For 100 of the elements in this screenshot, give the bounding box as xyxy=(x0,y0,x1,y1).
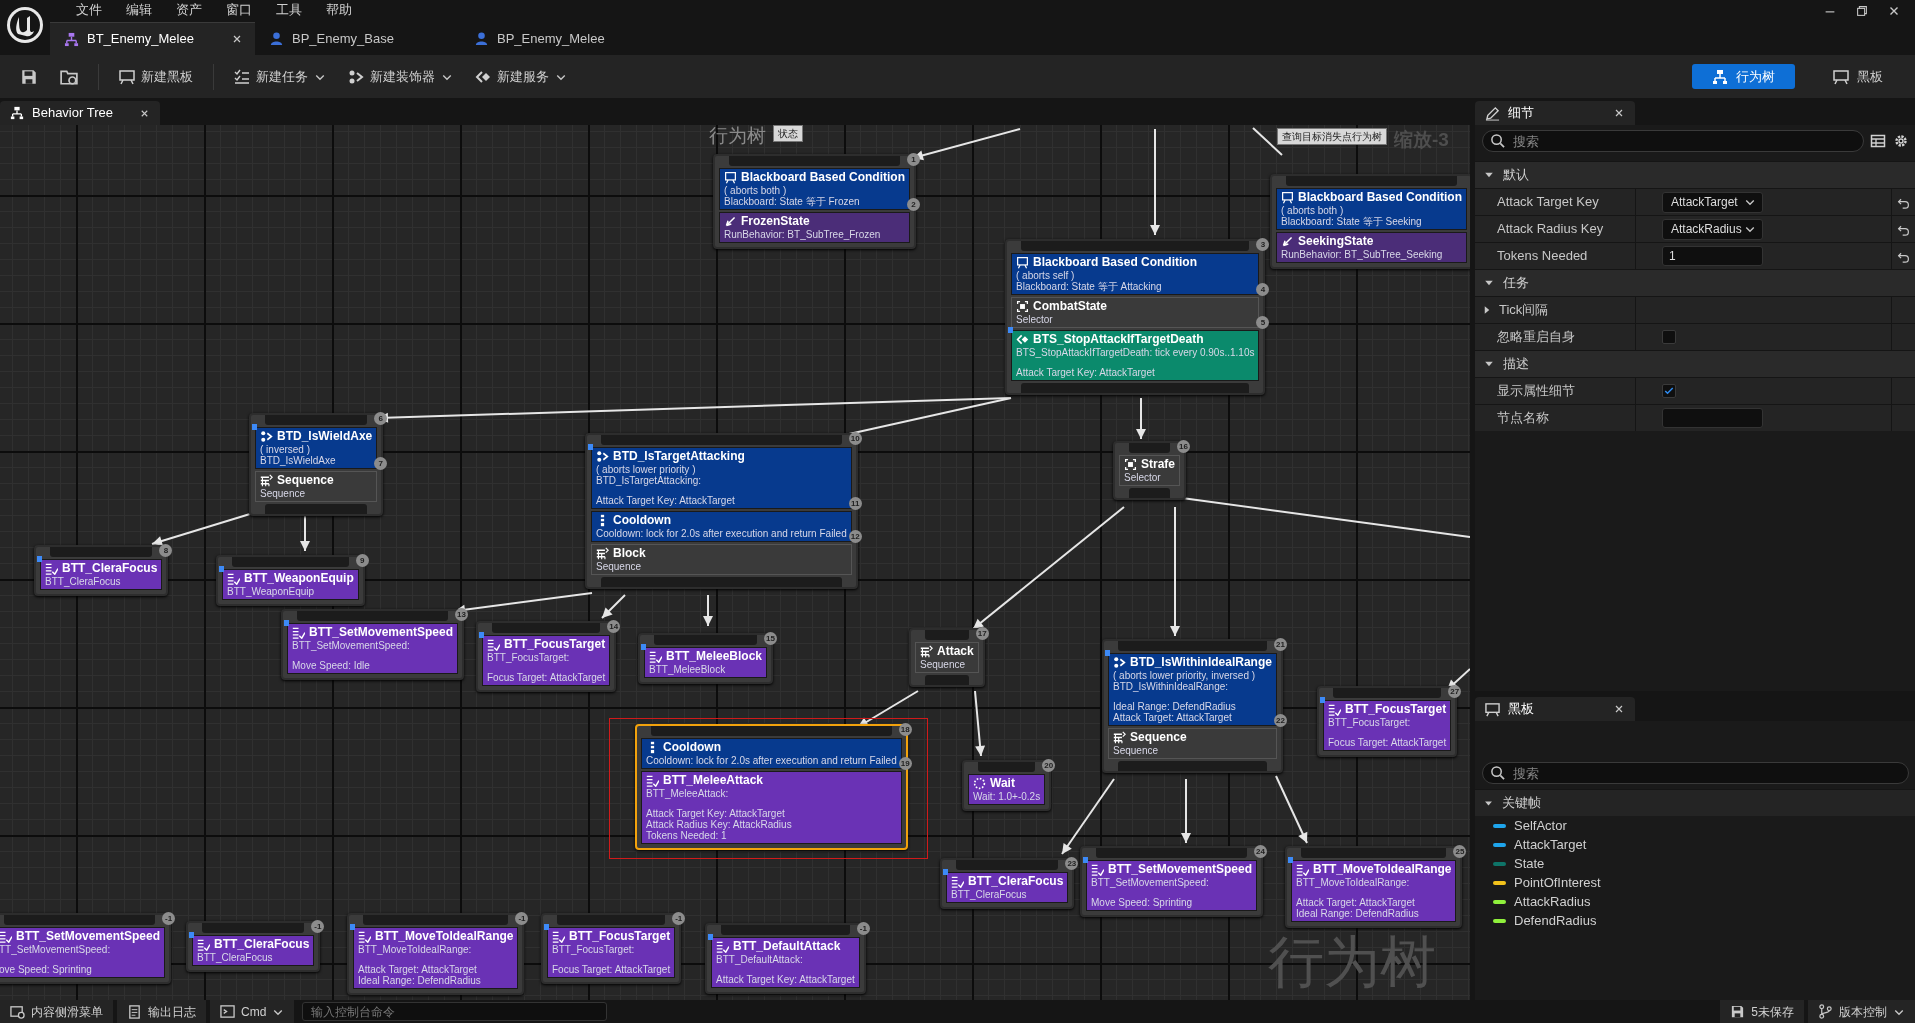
output-pin-bar[interactable] xyxy=(1118,761,1267,771)
menu-item[interactable]: 工具 xyxy=(264,0,314,20)
panel-tab[interactable]: 黑板 xyxy=(1475,697,1635,721)
mode-button[interactable]: 黑板 xyxy=(1813,63,1903,90)
close-icon[interactable] xyxy=(1613,107,1625,119)
content-drawer-button[interactable]: 内容侧滑菜单 xyxy=(0,1000,113,1023)
input-pin-bar[interactable] xyxy=(1096,848,1248,858)
input-pin-bar[interactable] xyxy=(492,623,601,633)
editor-tab[interactable]: Behavior Tree xyxy=(0,101,160,125)
key-name[interactable]: DefendRadius xyxy=(1514,910,1597,931)
key-name[interactable]: PointOfInterest xyxy=(1514,872,1601,893)
key-name[interactable]: State xyxy=(1514,853,1545,874)
mode-button[interactable]: 行为树 xyxy=(1692,63,1795,90)
key-name[interactable]: SelfActor xyxy=(1514,815,1567,836)
tree-node[interactable]: Blackboard Based Condition ( aborts both ) Blackboard: State 等于 Seeking SeekingState RunBehavior: BT_SubTree_Seeking xyxy=(1270,174,1470,269)
key-name[interactable]: AttackTarget xyxy=(1514,834,1587,855)
new-task-button[interactable]: 新建任务 xyxy=(226,62,334,91)
output-pin-bar[interactable] xyxy=(601,577,842,587)
menu-item[interactable]: 文件 xyxy=(64,0,114,20)
node-description: BTT_SetMovementSpeed: xyxy=(292,640,411,651)
input-pin-bar[interactable] xyxy=(654,635,758,645)
input-pin-bar[interactable] xyxy=(1021,241,1250,251)
tree-node[interactable]: 15 BTT_MeleeBlock BTT_MeleeBlock xyxy=(638,633,774,684)
category-header[interactable]: 默认 xyxy=(1475,161,1915,188)
key-dropdown[interactable]: AttackRadius xyxy=(1662,218,1763,240)
tree-node[interactable]: 24 BTT_SetMovementSpeed BTT_SetMovementSpeed: Move Speed: Sprinting xyxy=(1080,846,1264,917)
output-pin-bar[interactable] xyxy=(925,675,969,685)
text-input[interactable]: 1 xyxy=(1662,246,1763,266)
new-service-button[interactable]: 新建服务 xyxy=(467,62,575,91)
save-icon[interactable] xyxy=(20,67,38,86)
search-field[interactable]: 搜索 xyxy=(1481,762,1909,784)
order-badge: -1 xyxy=(856,922,870,935)
tree-node[interactable] xyxy=(1005,239,1266,395)
panel-tab[interactable]: 细节 xyxy=(1475,101,1635,125)
search-field[interactable]: 搜索 xyxy=(1481,130,1864,152)
restore-icon[interactable] xyxy=(1855,4,1869,18)
input-pin-bar[interactable] xyxy=(721,925,850,935)
tree-node[interactable]: 1 Blackboard Based Condition ( aborts both ) Blackboard: State 等于 Frozen 2 FrozenState RunBehavior: BT_SubTree_Frozen xyxy=(713,154,917,249)
input-pin-bar[interactable] xyxy=(956,860,1059,870)
subtree-icon xyxy=(724,215,737,228)
tree-node[interactable]: 23 BTT_CleraFocus BTT_CleraFocus xyxy=(940,858,1075,909)
input-pin-bar[interactable] xyxy=(1286,176,1458,186)
input-pin-bar[interactable] xyxy=(265,415,368,425)
settings-icon[interactable] xyxy=(1892,133,1909,149)
tree-node[interactable]: -1 BTT_MoveToIdealRange BTT_MoveToIdealRange: Attack Target: AttackTarget Ideal Range: DefendRadius xyxy=(347,913,525,995)
tree-node[interactable]: 25 BTT_MoveToIdealRange BTT_MoveToIdealRange: Attack Target: AttackTarget Ideal Range: DefendRadius xyxy=(1285,846,1463,928)
document-tab[interactable]: BP_Enemy_Melee xyxy=(460,22,665,55)
input-pin-bar[interactable] xyxy=(1129,443,1170,453)
input-pin-bar[interactable] xyxy=(50,547,153,557)
tree-node[interactable]: -1 BTT_SetMovementSpeed TT_SetMovementSpeed: ove Speed: Sprinting xyxy=(0,913,172,984)
menu-item[interactable]: 资产 xyxy=(164,0,214,20)
key-name[interactable]: AttackRadius xyxy=(1514,891,1591,912)
tree-node[interactable]: 6 BTD_IsWieldAxe ( inversed ) BTD_IsWieldAxe 7 Sequence Sequence xyxy=(249,413,384,516)
tree-node[interactable]: 13 BTT_SetMovementSpeed BTT_SetMovementSpeed: Move Speed: Idle xyxy=(281,609,465,680)
tree-node[interactable]: -1 BTT_FocusTarget BTT_FocusTarget: Focus Target: AttackTarget xyxy=(541,913,682,984)
category-header[interactable]: 任务 xyxy=(1475,269,1915,296)
tree-node[interactable]: 27 BTT_FocusTarget BTT_FocusTarget: Focus Target: AttackTarget xyxy=(1317,686,1458,757)
category-header[interactable]: 描述 xyxy=(1475,350,1915,377)
output-log-button[interactable]: 输出日志 xyxy=(117,1000,206,1023)
input-pin-bar[interactable] xyxy=(1301,848,1447,858)
output-pin-bar[interactable] xyxy=(265,504,368,514)
tree-node[interactable]: 8 BTT_CleraFocus BTT_CleraFocus xyxy=(34,545,169,596)
close-icon[interactable] xyxy=(231,33,243,45)
menu-item[interactable]: 窗口 xyxy=(214,0,264,20)
table-icon[interactable] xyxy=(1870,133,1886,149)
key-dropdown[interactable]: AttackTarget xyxy=(1662,191,1763,213)
input-pin-bar[interactable] xyxy=(202,923,305,933)
document-tab[interactable]: BP_Enemy_Base xyxy=(255,22,460,55)
tree-node[interactable]: -1 BTT_CleraFocus BTT_CleraFocus xyxy=(186,921,321,972)
close-icon[interactable] xyxy=(1613,703,1625,715)
input-pin-bar[interactable] xyxy=(232,557,349,567)
input-pin-bar[interactable] xyxy=(297,611,449,621)
category-header[interactable]: 关键帧 xyxy=(1475,789,1915,816)
new-blackboard-button[interactable]: 新建黑板 xyxy=(111,62,201,91)
input-pin-bar[interactable] xyxy=(729,156,901,166)
input-pin-bar[interactable] xyxy=(557,915,666,925)
node-description: Wait: 1.0+-0.2s xyxy=(973,791,1041,802)
input-pin-bar[interactable] xyxy=(1118,641,1267,651)
input-pin-bar[interactable] xyxy=(4,915,156,925)
person-icon xyxy=(474,31,489,46)
output-pin-bar[interactable] xyxy=(1129,488,1170,498)
tree-node[interactable]: 14 BTT_FocusTarget BTT_FocusTarget: Focus Target: AttackTarget xyxy=(476,621,617,692)
menu-item[interactable]: 帮助 xyxy=(314,0,364,20)
text-input[interactable] xyxy=(1662,408,1763,428)
checkbox[interactable] xyxy=(1662,384,1676,398)
checkbox[interactable] xyxy=(1662,330,1676,344)
tree-node[interactable]: 20 Wait Wait: 1.0+-0.2s xyxy=(962,760,1052,811)
new-decorator-button[interactable]: 新建装饰器 xyxy=(340,62,461,91)
document-tab[interactable]: BT_Enemy_Melee xyxy=(50,22,255,55)
input-pin-bar[interactable] xyxy=(651,726,892,736)
source-control-button[interactable]: 版本控制 xyxy=(1808,1000,1915,1023)
input-pin-bar[interactable] xyxy=(601,435,842,445)
input-pin-bar[interactable] xyxy=(363,915,509,925)
cmd-button[interactable]: Cmd xyxy=(210,1000,295,1023)
input-pin-bar[interactable] xyxy=(925,630,969,640)
console-input[interactable]: 输入控制台命令 xyxy=(302,1002,608,1021)
unsaved-button[interactable]: 5未保存 xyxy=(1720,1000,1804,1023)
menu-item[interactable]: 编辑 xyxy=(114,0,164,20)
input-pin-bar[interactable] xyxy=(1333,688,1442,698)
input-pin-bar[interactable] xyxy=(978,762,1036,772)
